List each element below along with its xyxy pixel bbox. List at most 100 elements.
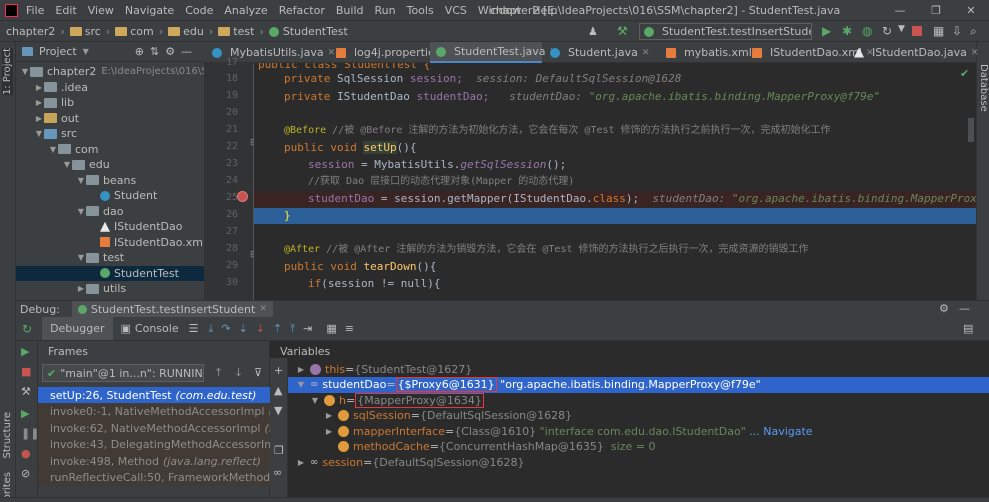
variable-row[interactable]: methodCache = {ConcurrentHashMap@1635} s… <box>288 439 989 455</box>
mute-breakpoints-icon[interactable]: ⊘ <box>21 467 30 480</box>
variable-row[interactable]: ▶ mapperInterface = {Class@1610} "interfa… <box>288 423 989 439</box>
expand-down-icon[interactable]: ▼ <box>48 145 58 154</box>
stack-frame[interactable]: invoke:62, NativeMethodAccessorImpl(sun.… <box>38 420 270 436</box>
frame-down-icon[interactable]: ↓ <box>234 366 243 379</box>
step-into-icon[interactable]: ⇣ <box>239 322 248 335</box>
variable-row[interactable]: ▼ ∞ studentDao = {$Proxy6@1631} "org.apach… <box>288 376 989 393</box>
database-tool-button[interactable]: Database <box>978 64 989 112</box>
tree-item-utils[interactable]: ▶ utils <box>16 281 204 297</box>
breadcrumb-item[interactable]: test <box>218 25 254 38</box>
drop-frame-icon[interactable]: ⤒ <box>290 322 295 336</box>
expand-down-icon[interactable]: ▼ <box>76 207 86 216</box>
expand-right-icon[interactable]: ▶ <box>34 83 44 92</box>
run-icon[interactable]: ▶ <box>822 24 831 38</box>
tree-item-test[interactable]: ▼ test <box>16 250 204 266</box>
variable-row[interactable]: ▼ h = {MapperProxy@1634} <box>288 392 989 408</box>
trace-icon[interactable]: ≡ <box>345 322 354 335</box>
tab-istudentdao-xml[interactable]: IStudentDao.xml ✕ <box>746 42 874 63</box>
stack-frame[interactable]: invoke0:-1, NativeMethodAccessorImpl(sun… <box>38 403 270 420</box>
structure-tool-button[interactable]: Structure <box>2 412 13 459</box>
tab-student-java[interactable]: Student.java ✕ <box>544 42 658 63</box>
code-editor[interactable]: public class StudentTest { private SqlSe… <box>254 63 976 300</box>
variable-row[interactable]: ▶ sqlSession = {DefaultSqlSession@1628} <box>288 408 989 424</box>
tab-log4j-properties[interactable]: log4j.properties✕ <box>330 42 452 63</box>
search-everywhere-icon[interactable]: ⌕ <box>970 24 977 39</box>
menu-analyze[interactable]: Analyze <box>224 4 267 17</box>
force-step-into-icon[interactable]: ⇣ <box>256 322 265 335</box>
expand-icon[interactable]: ▶ <box>296 458 306 467</box>
stack-frame[interactable]: setUp:26, StudentTest (com.edu.test) <box>38 387 270 403</box>
show-execution-point-icon[interactable]: ⤓ <box>208 322 213 336</box>
maximize-button[interactable]: ❐ <box>918 0 954 21</box>
tree-item-chapter2[interactable]: ▼ chapter2 E:\IdeaProjects\016\SSM <box>16 64 204 80</box>
variable-row[interactable]: ▶ ∞ session = {DefaultSqlSession@1628} <box>288 454 989 470</box>
expand-down-icon[interactable]: ▼ <box>76 253 86 262</box>
resume-icon[interactable]: ▶ <box>21 345 29 358</box>
tree-item-beans[interactable]: ▼ beans <box>16 173 204 189</box>
filter-icon[interactable]: ⊽ <box>254 366 262 379</box>
minimize-button[interactable]: — <box>882 0 918 21</box>
locate-icon[interactable]: ⊕ <box>135 45 144 58</box>
tab-studenttest-java[interactable]: StudentTest.java✕ <box>430 42 557 63</box>
copy-icon[interactable]: ❐ <box>274 444 284 457</box>
glasses-icon[interactable]: ∞ <box>273 466 282 479</box>
close-tab-icon[interactable]: ✕ <box>259 304 267 314</box>
expand-down-icon[interactable]: ▼ <box>76 176 86 185</box>
user-icon[interactable]: ♟ <box>588 25 602 38</box>
run-to-cursor-icon[interactable]: ⇥ <box>303 322 312 335</box>
project-view-select[interactable]: Project <box>39 45 77 58</box>
expand-icon[interactable]: ▼ <box>296 380 306 389</box>
expand-icon[interactable]: ▼ <box>310 396 320 405</box>
menu-tools[interactable]: Tools <box>407 4 434 17</box>
evaluate-expression-icon[interactable]: ▦ <box>326 322 336 335</box>
update-icon[interactable]: ⇩ <box>952 24 962 38</box>
debug-session-tab[interactable]: StudentTest.testInsertStudent ✕ <box>71 301 273 317</box>
layout-icon[interactable]: ▤ <box>963 322 973 335</box>
stop-icon[interactable] <box>912 26 922 36</box>
tree-item-lib[interactable]: ▶ lib <box>16 95 204 111</box>
view-breakpoints-icon[interactable]: ● <box>21 447 31 460</box>
collapse-all-icon[interactable]: ⇅ <box>150 45 159 58</box>
console-tab[interactable]: ▣ Console <box>113 317 187 340</box>
stack-frame[interactable]: invoke:498, Method (java.lang.reflect) <box>38 453 270 469</box>
expand-icon[interactable]: ▶ <box>324 411 334 420</box>
tree-item-istudentdao[interactable]: IStudentDao <box>16 219 204 235</box>
menu-view[interactable]: View <box>88 4 114 17</box>
expand-icon[interactable]: ▶ <box>324 427 334 436</box>
gear-icon[interactable]: ⚙ <box>939 302 949 315</box>
more-run-chevron-icon[interactable]: ▼ <box>898 24 905 34</box>
thread-select[interactable]: ✔ "main"@1 in...n": RUNNING ▼ <box>42 364 204 382</box>
menu-run[interactable]: Run <box>375 4 396 17</box>
breadcrumb-item[interactable]: chapter2 <box>6 25 55 38</box>
editor-scrollbar-thumb[interactable] <box>968 118 974 142</box>
expand-down-icon[interactable]: ▼ <box>34 129 44 138</box>
expand-down-icon[interactable]: ▼ <box>20 67 30 76</box>
navigate-link[interactable]: ... Navigate <box>746 425 812 438</box>
step-over-icon[interactable]: ↷ <box>221 322 230 335</box>
wrench-icon[interactable]: ⚒ <box>21 385 31 398</box>
variable-row[interactable]: ▶ this = {StudentTest@1627} <box>288 361 989 377</box>
expand-icon[interactable]: ▶ <box>296 365 306 374</box>
menu-icon[interactable]: ☰ <box>189 322 199 335</box>
menu-file[interactable]: File <box>26 4 44 17</box>
rerun-icon[interactable]: ↻ <box>22 322 32 336</box>
menu-build[interactable]: Build <box>336 4 364 17</box>
debugger-tab[interactable]: Debugger <box>42 317 113 340</box>
hide-icon[interactable]: — <box>959 302 970 315</box>
expand-down-icon[interactable]: ▼ <box>62 160 72 169</box>
run-configuration-select[interactable]: StudentTest.testInsertStudent ▼ <box>639 23 812 40</box>
add-watch-icon[interactable]: + <box>274 364 283 377</box>
hide-icon[interactable]: — <box>181 45 192 58</box>
profile-icon[interactable]: ↻ <box>882 24 892 38</box>
frame-up-icon[interactable]: ↑ <box>214 366 223 379</box>
tree-item-studenttest[interactable]: StudentTest <box>16 265 204 281</box>
pause-icon[interactable]: ❚❚ <box>21 427 39 440</box>
tree-item-com[interactable]: ▼ com <box>16 142 204 158</box>
breadcrumb-item[interactable]: com <box>115 25 154 38</box>
chevron-down-icon[interactable]: ▼ <box>83 47 89 56</box>
build-hammer-icon[interactable]: ⚒ <box>617 24 631 38</box>
menu-refactor[interactable]: Refactor <box>279 4 325 17</box>
expand-right-icon[interactable]: ▶ <box>34 114 44 123</box>
breadcrumb-item[interactable]: StudentTest <box>268 25 348 38</box>
debug-icon[interactable]: ✱ <box>842 24 852 38</box>
